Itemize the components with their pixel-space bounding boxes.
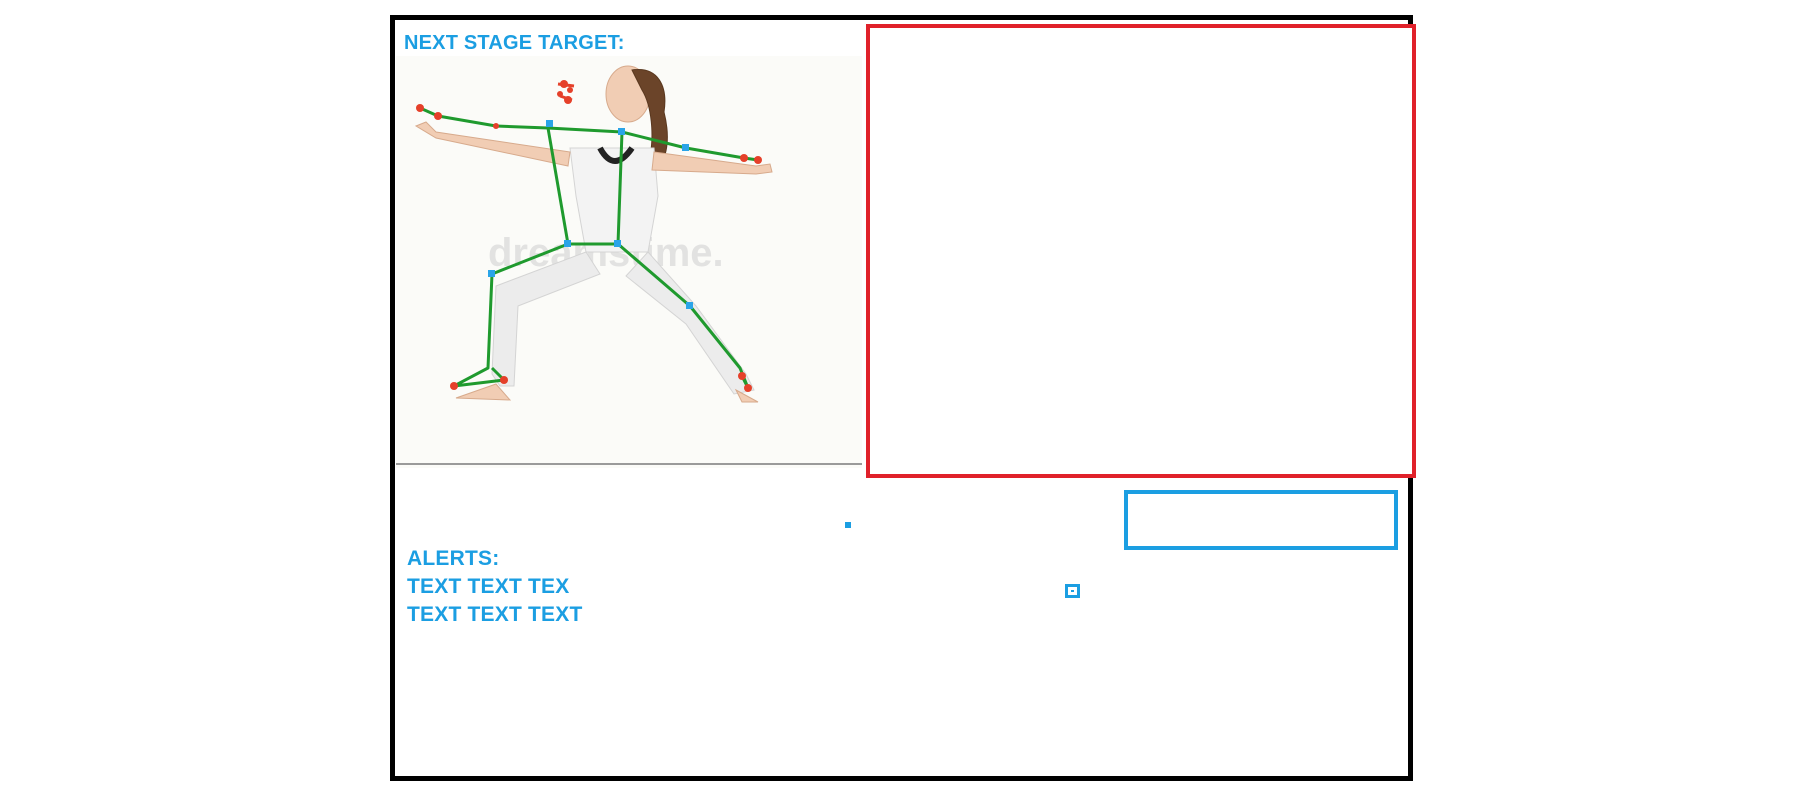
pose-skeleton-icon: dreamstime. (396, 65, 862, 465)
next-stage-target-label: NEXT STAGE TARGET: (404, 32, 625, 54)
marker-dot (845, 522, 851, 528)
marker-box-icon (1065, 584, 1080, 598)
camera-feed-panel (866, 24, 1416, 478)
alert-line: TEXT TEXT TEXT (407, 603, 583, 626)
alerts-title: ALERTS: (407, 547, 500, 570)
target-pose-image: dreamstime. (396, 56, 862, 468)
alert-line: TEXT TEXT TEX (407, 575, 570, 598)
alerts-section: ALERTS: TEXT TEXT TEX TEXT TEXT TEXT (407, 545, 582, 629)
status-box (1124, 490, 1398, 550)
